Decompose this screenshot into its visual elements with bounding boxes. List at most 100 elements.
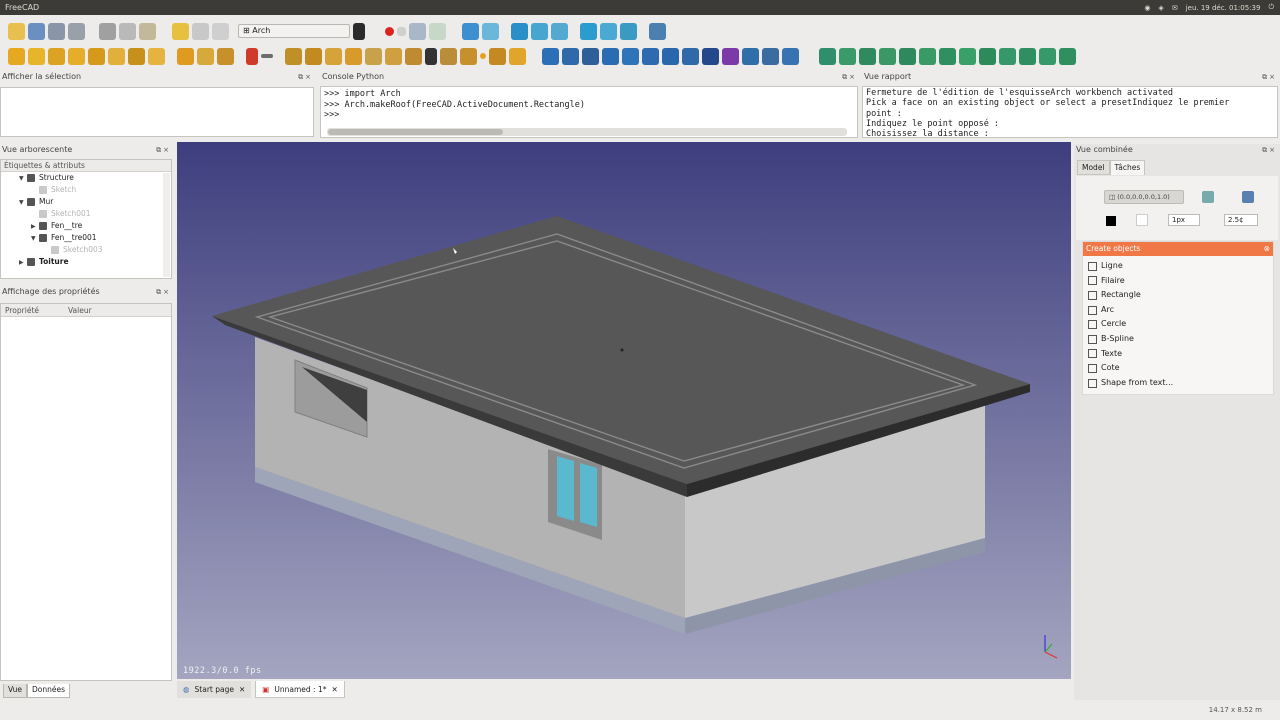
refresh-icon[interactable]	[212, 22, 229, 40]
collapse-icon[interactable]: ⊗	[1264, 242, 1270, 256]
snap-center-icon[interactable]	[959, 47, 976, 65]
panel-controls-icon[interactable]: ⧉×	[1262, 146, 1277, 155]
run-macro-icon[interactable]	[429, 22, 446, 40]
workbench-selector[interactable]: ⊞ Arch	[238, 24, 350, 38]
snap-angle-icon[interactable]	[979, 47, 996, 65]
selection-list[interactable]	[0, 87, 314, 137]
value-column[interactable]: Valeur	[68, 304, 92, 316]
panel-controls-icon[interactable]: ⧉×	[156, 146, 171, 155]
rectangle-icon[interactable]	[405, 47, 422, 65]
tree-item[interactable]: ▶ Fen__tre	[1, 220, 171, 232]
dimension-icon[interactable]	[440, 47, 457, 65]
view-bottom-icon[interactable]	[620, 22, 637, 40]
create-item-texte[interactable]: Texte	[1083, 347, 1273, 362]
snap-midpoint-icon[interactable]	[859, 47, 876, 65]
panel-controls-icon[interactable]: ⧉×	[298, 73, 313, 82]
view-right-icon[interactable]	[580, 22, 597, 40]
roof-icon[interactable]	[177, 47, 194, 65]
window-icon[interactable]	[128, 47, 145, 65]
power-icon[interactable]: ⏻	[1268, 3, 1274, 12]
console-horizontal-scrollbar[interactable]	[327, 128, 847, 136]
redo-icon[interactable]	[192, 22, 209, 40]
tab-tasks[interactable]: Tâches	[1109, 160, 1146, 175]
new-file-icon[interactable]	[8, 22, 25, 40]
snap-ortho-icon[interactable]	[1019, 47, 1036, 65]
rotate-icon[interactable]	[562, 47, 579, 65]
tab-model[interactable]: Model	[1077, 160, 1110, 175]
close-icon[interactable]: ✕	[331, 685, 337, 694]
create-item-rectangle[interactable]: Rectangle	[1083, 288, 1273, 303]
arc-icon[interactable]	[345, 47, 362, 65]
tree-view[interactable]: Étiquettes & attributs ▼ Structure Sketch ▼…	[0, 159, 172, 279]
3d-scene[interactable]	[177, 142, 1071, 679]
circle-icon[interactable]	[325, 47, 342, 65]
facebinder-icon[interactable]	[509, 47, 526, 65]
paste-icon[interactable]	[139, 22, 156, 40]
wall-icon[interactable]	[8, 47, 25, 65]
view-rear-icon[interactable]	[600, 22, 617, 40]
whats-this-icon[interactable]	[353, 22, 365, 40]
add-icon[interactable]	[246, 47, 258, 65]
tree-item[interactable]: ▼ Structure	[1, 172, 171, 184]
polygon-icon[interactable]	[365, 47, 382, 65]
property-column[interactable]: Propriété	[1, 304, 68, 316]
section-plane-icon[interactable]	[148, 47, 165, 65]
bspline-icon[interactable]	[460, 47, 477, 65]
edit-icon[interactable]	[682, 47, 699, 65]
create-item-cote[interactable]: Cote	[1083, 361, 1273, 376]
tree-item[interactable]: Sketch	[1, 184, 171, 196]
construction-mode-icon[interactable]	[1202, 191, 1214, 203]
python-console-output[interactable]: >>> import Arch >>> Arch.makeRoof(FreeCA…	[320, 86, 858, 138]
panel-controls-icon[interactable]: ⧉×	[156, 288, 171, 297]
trimex-icon[interactable]	[602, 47, 619, 65]
shape-2d-view-icon[interactable]	[742, 47, 759, 65]
sound-icon[interactable]: ◉	[1144, 4, 1150, 12]
space-icon[interactable]	[217, 47, 234, 65]
building-icon[interactable]	[88, 47, 105, 65]
undo-icon[interactable]	[172, 22, 189, 40]
snap-dimensions-icon[interactable]	[1059, 47, 1076, 65]
copy-icon[interactable]	[119, 22, 136, 40]
create-item-ligne[interactable]: Ligne	[1083, 259, 1273, 274]
view-top-icon[interactable]	[551, 22, 568, 40]
create-item-arc[interactable]: Arc	[1083, 303, 1273, 318]
create-item-b-spline[interactable]: B-Spline	[1083, 332, 1273, 347]
3d-viewport[interactable]: 1922.3/0.0 fps	[177, 142, 1071, 679]
line-icon[interactable]	[285, 47, 302, 65]
downgrade-icon[interactable]	[642, 47, 659, 65]
create-objects-header[interactable]: Create objects ⊗	[1083, 242, 1273, 256]
view-isometric-icon[interactable]	[511, 22, 528, 40]
tree-scrollbar[interactable]	[163, 173, 170, 277]
move-icon[interactable]	[542, 47, 559, 65]
wire-to-bspline-icon[interactable]	[702, 47, 719, 65]
structure-icon[interactable]	[28, 47, 45, 65]
floor-icon[interactable]	[68, 47, 85, 65]
working-plane-button[interactable]: ◫ (0.0,0.0,0.0,1.0)	[1104, 190, 1184, 204]
cut-icon[interactable]	[99, 22, 116, 40]
tab-data[interactable]: Données	[27, 684, 71, 698]
axes-icon[interactable]	[197, 47, 214, 65]
upgrade-icon[interactable]	[622, 47, 639, 65]
snap-near-icon[interactable]	[999, 47, 1016, 65]
tree-item[interactable]: ▼ Mur	[1, 196, 171, 208]
tree-item[interactable]: Sketch003	[1, 244, 171, 256]
expand-arrow-icon[interactable]: ▼	[19, 197, 27, 209]
snap-lock-icon[interactable]	[819, 47, 836, 65]
ellipse-icon[interactable]	[385, 47, 402, 65]
panel-controls-icon[interactable]: ⧉×	[1262, 73, 1277, 82]
expand-arrow-icon[interactable]: ▶	[19, 257, 27, 269]
tab-start-page[interactable]: ◍ Start page ✕	[177, 681, 252, 698]
tab-unnamed[interactable]: ▣ Unnamed : 1* ✕	[255, 681, 345, 698]
clock[interactable]: jeu. 19 déc. 01:05:39	[1186, 4, 1261, 12]
create-item-shape-from-text[interactable]: Shape from text...	[1083, 376, 1273, 391]
rebar-icon[interactable]	[48, 47, 65, 65]
snap-parallel-icon[interactable]	[919, 47, 936, 65]
remove-icon[interactable]	[261, 54, 273, 58]
property-table[interactable]: Propriété Valeur	[0, 303, 172, 681]
face-color-swatch[interactable]	[1136, 214, 1148, 226]
scale-icon[interactable]	[662, 47, 679, 65]
create-item-filaire[interactable]: Filaire	[1083, 274, 1273, 289]
network-icon[interactable]: ◈	[1158, 4, 1163, 12]
save-icon[interactable]	[48, 22, 65, 40]
draft-to-sketch-icon[interactable]	[762, 47, 779, 65]
